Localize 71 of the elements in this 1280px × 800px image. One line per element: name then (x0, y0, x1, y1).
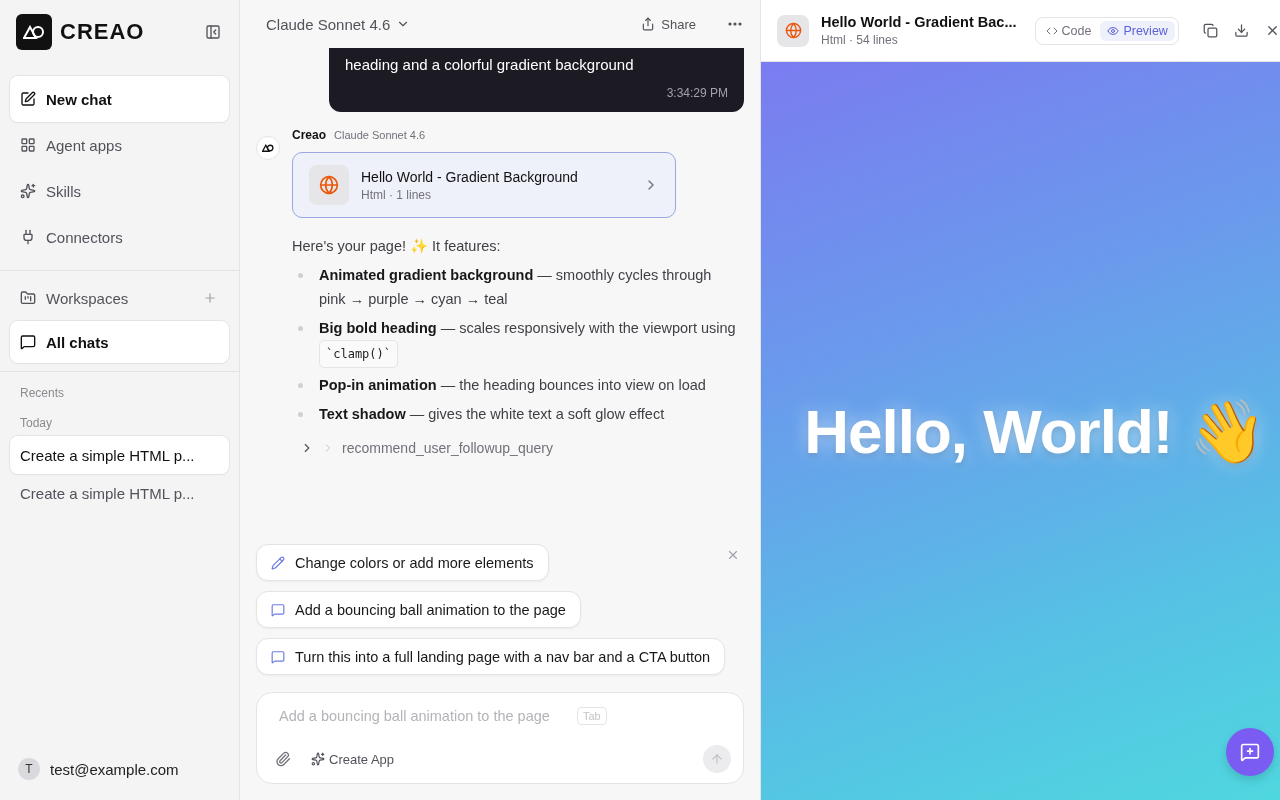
recents-label: Recents (19, 385, 66, 400)
globe-icon (309, 165, 349, 205)
preview-heading: Hello, World! 👋 (804, 395, 1265, 468)
key-hint: Tab (577, 707, 607, 725)
workspaces-item[interactable]: Workspaces (10, 275, 229, 321)
list-item-text: Pop-in animation — the heading bounces into view on load (319, 376, 706, 395)
suggestion-button[interactable]: Change colors or add more elements (256, 544, 549, 581)
code-snippet: `clamp()` (319, 340, 399, 368)
preview-meta: Html · 54 lines (821, 33, 899, 47)
eye-icon (1107, 24, 1120, 37)
more-button[interactable] (726, 20, 744, 28)
logo-icon (23, 25, 45, 39)
apps-icon (20, 137, 36, 153)
sparkles-icon (311, 752, 325, 766)
artifact-title: Hello World - Gradient Background (361, 168, 579, 185)
chat-history-item[interactable]: Create a simple HTML p... (10, 474, 229, 512)
user-email: test@example.com (50, 760, 179, 778)
more-icon (728, 22, 742, 26)
edit-icon (20, 91, 36, 107)
new-chat-fab[interactable] (1225, 728, 1274, 776)
tool-call-toggle[interactable]: recommend_user_followup_query (292, 440, 744, 456)
copy-icon (1202, 23, 1218, 38)
attach-button[interactable] (273, 749, 293, 769)
list-item-text: Animated gradient background — smoothly cycles through pink → purple → cyan → teal (319, 266, 713, 309)
artifact-meta: Html · 1 lines (361, 187, 433, 202)
chat-icon (271, 649, 285, 664)
view-tab[interactable]: Code (1038, 20, 1099, 41)
chat-icon (271, 602, 285, 617)
model-name: Claude Sonnet 4.6 (334, 129, 426, 141)
model-selector[interactable]: Claude Sonnet 4.6 (266, 15, 411, 33)
collapse-sidebar-button[interactable] (203, 22, 223, 42)
pencil-icon (271, 555, 285, 570)
list-item-text: Text shadow — gives the white text a soft glow effect (319, 405, 665, 424)
user-avatar[interactable]: T (18, 758, 40, 780)
bullet-dot (298, 412, 303, 417)
plus-icon (203, 291, 217, 305)
nav-item[interactable]: Agent apps (10, 122, 229, 168)
close-icon (726, 548, 740, 562)
list-item-text: Big bold heading — scales responsively with the viewport using (319, 319, 736, 338)
chat-icon (20, 334, 36, 350)
create-app-button[interactable]: Create App (311, 751, 395, 767)
share-icon (641, 17, 656, 31)
group-label: Today (19, 415, 54, 432)
brand-logo[interactable] (16, 14, 52, 50)
download-icon (1233, 23, 1249, 38)
message-time: 3:34:29 PM (666, 86, 728, 100)
folder-icon (20, 290, 36, 306)
bot-avatar (256, 136, 280, 160)
bullet-dot (298, 383, 303, 388)
nav-item[interactable]: Skills (10, 168, 229, 214)
view-tab[interactable]: Preview (1100, 20, 1175, 41)
sparkles-icon (20, 183, 36, 199)
message-plus-icon (1239, 742, 1260, 762)
reply-text: Here's your page! ✨ It features: (292, 238, 502, 255)
bullet-dot (298, 326, 303, 331)
share-button[interactable]: Share (635, 15, 702, 33)
paperclip-icon (275, 751, 291, 767)
brand-name: CREAO (60, 19, 146, 45)
author-name: Creao (292, 128, 326, 142)
plug-icon (20, 229, 36, 245)
globe-icon (777, 14, 809, 47)
nav-item[interactable]: New chat (10, 76, 229, 122)
suggestion-button[interactable]: Turn this into a full landing page with a nav bar and a CTA button (256, 638, 726, 675)
chat-history-item[interactable]: Create a simple HTML p... (10, 436, 229, 474)
suggestion-button[interactable]: Add a bouncing ball animation to the page (256, 591, 581, 628)
message-text: heading and a colorful gradient background (345, 55, 635, 75)
artifact-card[interactable]: Hello World - Gradient Background Html · 1 lines (292, 152, 676, 218)
bullet-dot (298, 273, 303, 278)
all-chats-item[interactable]: All chats (10, 321, 229, 363)
preview-title: Hello World - Gradient Bac... (821, 14, 1017, 30)
nav-item[interactable]: Connectors (10, 214, 229, 260)
